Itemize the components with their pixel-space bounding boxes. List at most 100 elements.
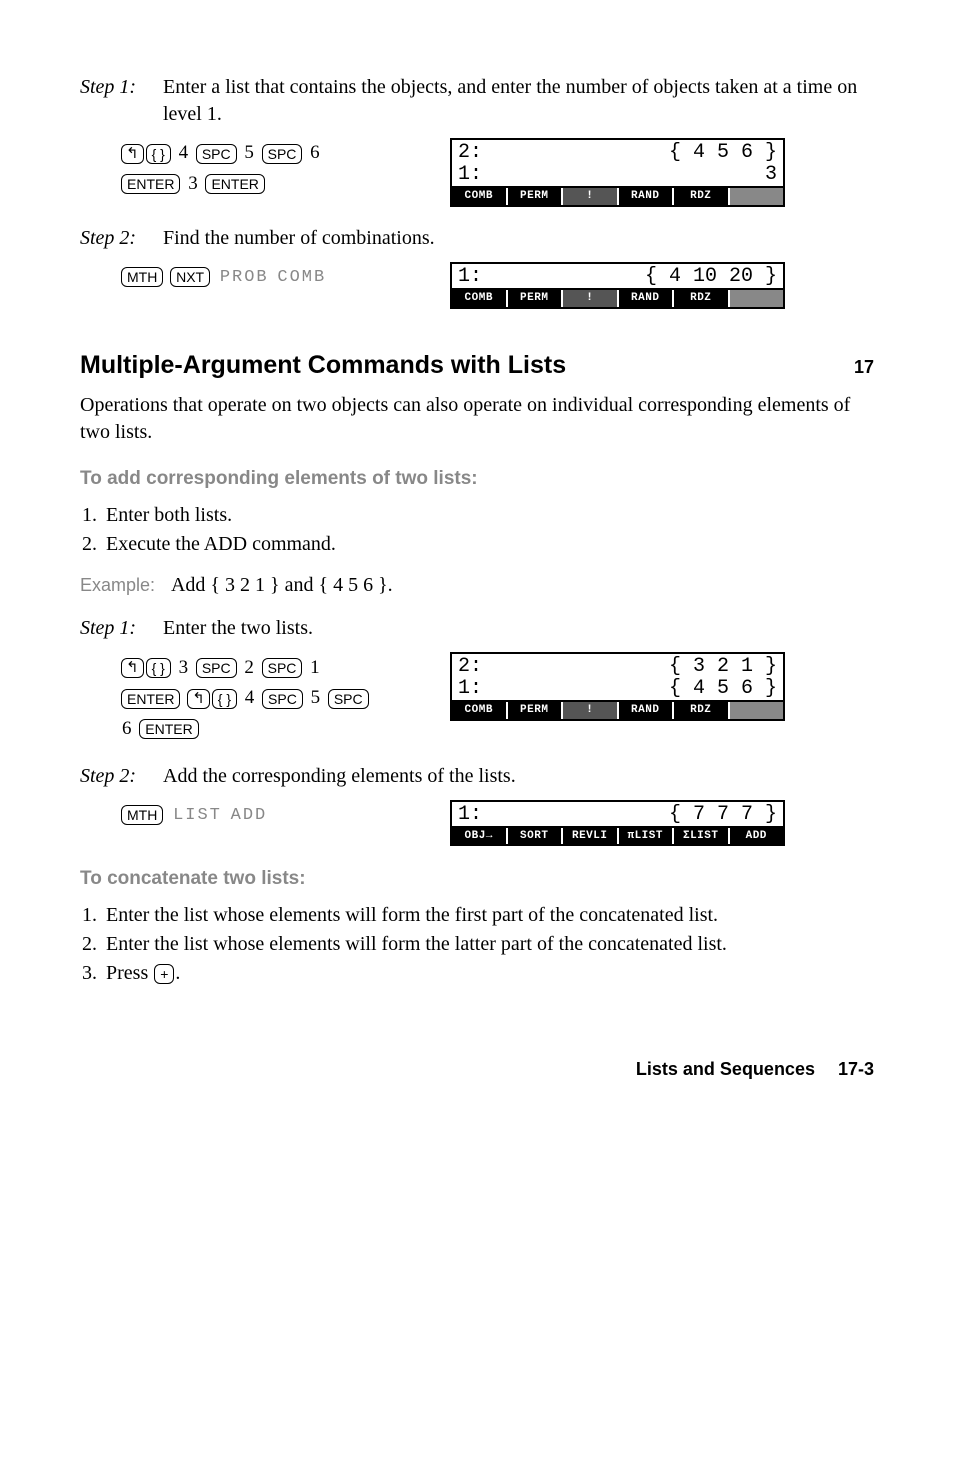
- spc-key: SPC: [262, 658, 303, 678]
- stack-level-2: 2:: [458, 142, 482, 164]
- ex-step2-keys: MTH LIST ADD: [80, 800, 450, 830]
- spc-key: SPC: [262, 689, 303, 709]
- softkey-empty: [730, 188, 784, 205]
- menu-list: LIST: [173, 802, 222, 829]
- stack-value-1: { 4 10 20 }: [645, 266, 777, 288]
- stack-value-2: { 3 2 1 }: [669, 656, 777, 678]
- softkey: !: [563, 188, 619, 205]
- add-steps-list: Enter both lists. Execute the ADD comman…: [80, 502, 874, 558]
- digit-1: 1: [310, 653, 320, 683]
- step2-keys: MTH NXT PROB COMB: [80, 262, 450, 292]
- menu-comb: COMB: [277, 264, 326, 291]
- softkey: REVLI: [563, 828, 619, 845]
- ex-step2-text: Add the corresponding elements of the li…: [163, 763, 873, 790]
- digit-5: 5: [244, 138, 254, 168]
- softkey: PERM: [508, 702, 564, 719]
- spc-key: SPC: [196, 658, 237, 678]
- ex-step1-text: Enter the two lists.: [163, 615, 873, 642]
- enter-key: ENTER: [121, 689, 180, 709]
- digit-4: 4: [179, 138, 189, 168]
- stack-value-1: { 4 5 6 }: [669, 678, 777, 700]
- brace-key: { }: [212, 689, 237, 709]
- stack-level-1: 1:: [458, 164, 482, 186]
- brace-key: { }: [146, 658, 171, 678]
- subhead-add: To add corresponding elements of two lis…: [80, 466, 874, 492]
- step1-row: ↰{ } 4 SPC 5 SPC 6 ENTER 3 ENTER 2: { 4 5…: [80, 138, 874, 207]
- step2-screen: 1: { 4 10 20 } COMB PERM ! RAND RDZ: [450, 262, 785, 309]
- step1: Step 1: Enter a list that contains the o…: [80, 74, 874, 128]
- softkey: PERM: [508, 188, 564, 205]
- step2: Step 2: Find the number of combinations.: [80, 225, 874, 252]
- ex-step1-row: ↰{ } 3 SPC 2 SPC 1 ENTER ↰{ } 4 SPC 5 SP…: [80, 652, 874, 744]
- mth-key: MTH: [121, 805, 163, 825]
- digit-6: 6: [310, 138, 320, 168]
- list-item: Press +.: [102, 960, 874, 987]
- softkey: RAND: [619, 188, 675, 205]
- stack-level-1: 1:: [458, 804, 482, 826]
- stack-level-1: 1:: [458, 266, 482, 288]
- left-shift-key: ↰: [121, 658, 144, 678]
- step1-screen: 2: { 4 5 6 } 1: 3 COMB PERM ! RAND RDZ: [450, 138, 785, 207]
- section-heading: Multiple-Argument Commands with Lists: [80, 349, 566, 383]
- step2-row: MTH NXT PROB COMB 1: { 4 10 20 } COMB PER…: [80, 262, 874, 309]
- step1-text: Enter a list that contains the objects, …: [163, 74, 873, 128]
- digit-4: 4: [245, 683, 255, 713]
- softkey: RDZ: [674, 188, 730, 205]
- list-item: Execute the ADD command.: [102, 531, 874, 558]
- softkey-row: COMB PERM ! RAND RDZ: [452, 186, 783, 205]
- softkey: RAND: [619, 702, 675, 719]
- softkey: PERM: [508, 290, 564, 307]
- digit-3: 3: [188, 169, 198, 199]
- example-text: Add { 3 2 1 } and { 4 5 6 }.: [171, 574, 393, 596]
- example-line: Example: Add { 3 2 1 } and { 4 5 6 }.: [80, 572, 874, 599]
- ex-step2-screen: 1:{ 7 7 7 } OBJ→ SORT REVLI πLIST ΣLIST …: [450, 800, 785, 847]
- digit-6: 6: [122, 714, 132, 744]
- softkey: RDZ: [674, 290, 730, 307]
- step2-text: Find the number of combinations.: [163, 225, 873, 252]
- plus-key: +: [154, 964, 174, 984]
- section-heading-row: Multiple-Argument Commands with Lists 17: [80, 349, 874, 383]
- ex-step1-label: Step 1:: [80, 615, 158, 642]
- digit-5: 5: [311, 683, 321, 713]
- list-item: Enter the list whose elements will form …: [102, 902, 874, 929]
- subhead-concat: To concatenate two lists:: [80, 866, 874, 892]
- spc-key: SPC: [262, 144, 303, 164]
- spc-key: SPC: [196, 144, 237, 164]
- list-item: Enter both lists.: [102, 502, 874, 529]
- softkey: !: [563, 290, 619, 307]
- page-footer: Lists and Sequences 17-3: [80, 1057, 874, 1081]
- ex-step2-row: MTH LIST ADD 1:{ 7 7 7 } OBJ→ SORT REVLI…: [80, 800, 874, 847]
- menu-prob: PROB: [220, 264, 269, 291]
- softkey: πLIST: [619, 828, 675, 845]
- softkey: COMB: [452, 188, 508, 205]
- step1-label: Step 1:: [80, 74, 158, 101]
- softkey: ΣLIST: [674, 828, 730, 845]
- softkey: !: [563, 702, 619, 719]
- stack-value-2: { 4 5 6 }: [669, 142, 777, 164]
- softkey-row: COMB PERM ! RAND RDZ: [452, 288, 783, 307]
- ex-step2: Step 2: Add the corresponding elements o…: [80, 763, 874, 790]
- example-label: Example:: [80, 575, 155, 595]
- step1-keys: ↰{ } 4 SPC 5 SPC 6 ENTER 3 ENTER: [80, 138, 450, 200]
- softkey: OBJ→: [452, 828, 508, 845]
- list-item: Enter the list whose elements will form …: [102, 931, 874, 958]
- left-shift-key: ↰: [187, 689, 210, 709]
- nxt-key: NXT: [170, 267, 210, 287]
- step2-label: Step 2:: [80, 225, 158, 252]
- softkey: ADD: [730, 828, 784, 845]
- softkey: COMB: [452, 290, 508, 307]
- stack-level-2: 2:: [458, 656, 482, 678]
- digit-3: 3: [179, 653, 189, 683]
- period: .: [175, 962, 180, 984]
- ex-step1-screen: 2:{ 3 2 1 } 1:{ 4 5 6 } COMB PERM ! RAND…: [450, 652, 785, 721]
- softkey-row: OBJ→ SORT REVLI πLIST ΣLIST ADD: [452, 826, 783, 845]
- softkey-empty: [730, 702, 784, 719]
- intro-paragraph: Operations that operate on two objects c…: [80, 392, 874, 446]
- concat-steps-list: Enter the list whose elements will form …: [80, 902, 874, 987]
- enter-key: ENTER: [139, 719, 198, 739]
- stack-value-1: 3: [765, 164, 777, 186]
- left-shift-key: ↰: [121, 144, 144, 164]
- menu-add: ADD: [231, 802, 268, 829]
- softkey: SORT: [508, 828, 564, 845]
- brace-key: { }: [146, 144, 171, 164]
